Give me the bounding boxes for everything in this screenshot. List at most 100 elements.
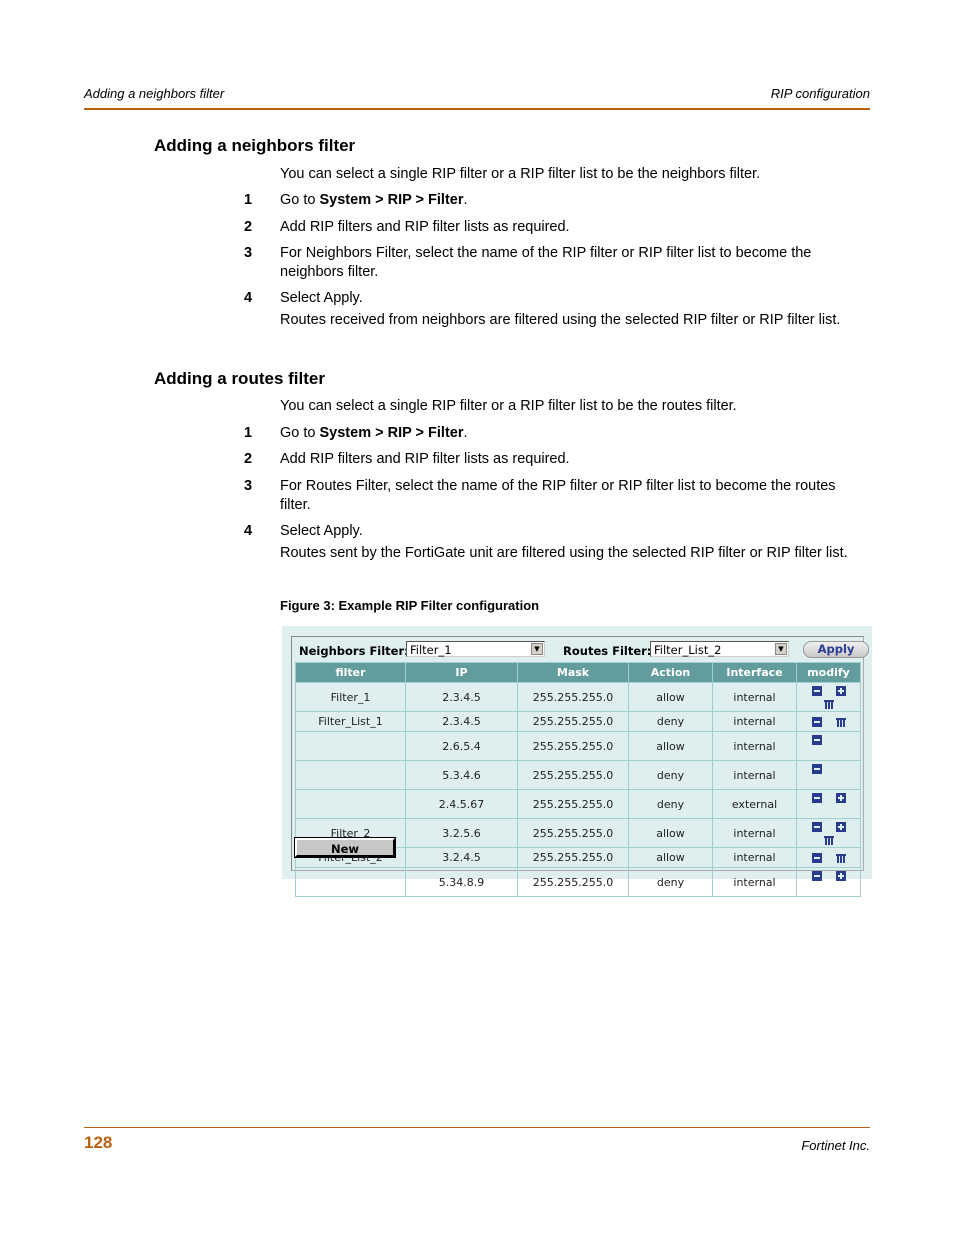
footer-rule <box>84 1127 870 1128</box>
table-row: 5.34.8.9 255.255.255.0 deny internal <box>295 867 861 897</box>
table-row: 2.6.5.4 255.255.255.0 allow internal <box>295 731 861 761</box>
cell-mask: 255.255.255.0 <box>517 818 629 848</box>
table-row: 5.3.4.6 255.255.255.0 deny internal <box>295 760 861 790</box>
collapse-icon[interactable] <box>812 764 822 774</box>
page-number: 128 <box>84 1133 113 1152</box>
cell-action: deny <box>628 760 713 790</box>
cell-filter <box>295 789 406 819</box>
cell-modify <box>796 711 861 732</box>
routes-filter-label: Routes Filter: <box>563 644 652 658</box>
running-header-right: RIP configuration <box>770 86 870 101</box>
cell-interface: internal <box>712 847 797 868</box>
collapse-icon[interactable] <box>812 822 822 832</box>
cell-action: allow <box>628 847 713 868</box>
cell-modify <box>796 867 861 897</box>
collapse-icon[interactable] <box>812 686 822 696</box>
step-number: 3 <box>244 478 253 494</box>
step-text: Select Apply. <box>280 290 363 306</box>
table-header-row: filter IP Mask Action Interface modify <box>295 662 861 683</box>
cell-interface: internal <box>712 682 797 712</box>
table-row: Filter_1 2.3.4.5 255.255.255.0 allow interna… <box>295 682 861 712</box>
cell-modify <box>796 731 861 761</box>
cell-ip: 2.3.4.5 <box>405 682 518 712</box>
cell-modify <box>796 760 861 790</box>
running-header-left: Adding a neighbors filter <box>84 86 225 101</box>
collapse-icon[interactable] <box>812 871 822 881</box>
cell-filter: Filter_1 <box>295 682 406 712</box>
col-header-action: Action <box>628 662 713 683</box>
menu-path: System > RIP > Filter <box>319 192 464 208</box>
neighbors-filter-label: Neighbors Filter: <box>299 644 409 658</box>
cell-modify <box>796 682 861 712</box>
add-icon[interactable] <box>836 686 846 696</box>
cell-filter: Filter_List_1 <box>295 711 406 732</box>
cell-ip: 3.2.5.6 <box>405 818 518 848</box>
neighbors-filter-value: Filter_1 <box>410 643 452 657</box>
cell-ip: 2.6.5.4 <box>405 731 518 761</box>
menu-path: System > RIP > Filter <box>319 425 464 441</box>
step-text: For Neighbors Filter, select the name of… <box>280 245 812 280</box>
cell-filter <box>295 731 406 761</box>
delete-icon[interactable] <box>824 699 834 709</box>
dropdown-arrow-icon[interactable]: ▼ <box>775 643 787 655</box>
step-number: 2 <box>244 219 253 235</box>
cell-interface: internal <box>712 760 797 790</box>
delete-icon[interactable] <box>836 853 846 863</box>
table-row: 2.4.5.67 255.255.255.0 deny external <box>295 789 861 819</box>
cell-filter <box>295 760 406 790</box>
delete-icon[interactable] <box>824 835 834 845</box>
col-header-filter: filter <box>295 662 406 683</box>
rip-filter-panel: Neighbors Filter: Filter_1 ▼ Routes Filt… <box>291 636 869 897</box>
cell-interface: external <box>712 789 797 819</box>
cell-filter <box>295 867 406 897</box>
step-text: Add RIP filters and RIP filter lists as … <box>280 219 570 235</box>
add-icon[interactable] <box>836 871 846 881</box>
cell-action: deny <box>628 789 713 819</box>
cell-interface: internal <box>712 711 797 732</box>
apply-button[interactable]: Apply <box>803 641 869 658</box>
cell-ip: 2.4.5.67 <box>405 789 518 819</box>
cell-mask: 255.255.255.0 <box>517 847 629 868</box>
routes-filter-value: Filter_List_2 <box>654 643 722 657</box>
add-icon[interactable] <box>836 793 846 803</box>
step-text: Add RIP filters and RIP filter lists as … <box>280 451 570 467</box>
cell-action: allow <box>628 818 713 848</box>
cell-mask: 255.255.255.0 <box>517 867 629 897</box>
cell-mask: 255.255.255.0 <box>517 711 629 732</box>
neighbors-filter-select[interactable]: Filter_1 ▼ <box>406 641 545 657</box>
cell-action: deny <box>628 711 713 732</box>
dropdown-arrow-icon[interactable]: ▼ <box>531 643 543 655</box>
step-number: 2 <box>244 451 253 467</box>
step-number: 4 <box>244 290 253 306</box>
add-icon[interactable] <box>836 822 846 832</box>
cell-modify <box>796 818 861 848</box>
collapse-icon[interactable] <box>812 793 822 803</box>
step-note: Routes received from neighbors are filte… <box>280 312 841 328</box>
cell-ip: 5.34.8.9 <box>405 867 518 897</box>
col-header-interface: Interface <box>712 662 797 683</box>
collapse-icon[interactable] <box>812 853 822 863</box>
step-text: Select Apply. <box>280 523 363 539</box>
cell-modify <box>796 847 861 868</box>
cell-ip: 2.3.4.5 <box>405 711 518 732</box>
header-rule <box>84 108 870 110</box>
collapse-icon[interactable] <box>812 735 822 745</box>
rip-filter-screenshot: Neighbors Filter: Filter_1 ▼ Routes Filt… <box>282 626 872 897</box>
cell-interface: internal <box>712 818 797 848</box>
section-intro: You can select a single RIP filter or a … <box>280 166 761 182</box>
cell-mask: 255.255.255.0 <box>517 682 629 712</box>
routes-filter-select[interactable]: Filter_List_2 ▼ <box>650 641 789 657</box>
cell-mask: 255.255.255.0 <box>517 731 629 761</box>
col-header-ip: IP <box>405 662 518 683</box>
new-button[interactable]: New <box>294 837 396 858</box>
step-number: 1 <box>244 425 253 441</box>
cell-interface: internal <box>712 731 797 761</box>
delete-icon[interactable] <box>836 717 846 727</box>
cell-mask: 255.255.255.0 <box>517 789 629 819</box>
col-header-mask: Mask <box>517 662 629 683</box>
section-heading-routes: Adding a routes filter <box>154 369 325 388</box>
collapse-icon[interactable] <box>812 717 822 727</box>
step-note: Routes sent by the FortiGate unit are fi… <box>280 545 848 561</box>
cell-modify <box>796 789 861 819</box>
cell-action: deny <box>628 867 713 897</box>
